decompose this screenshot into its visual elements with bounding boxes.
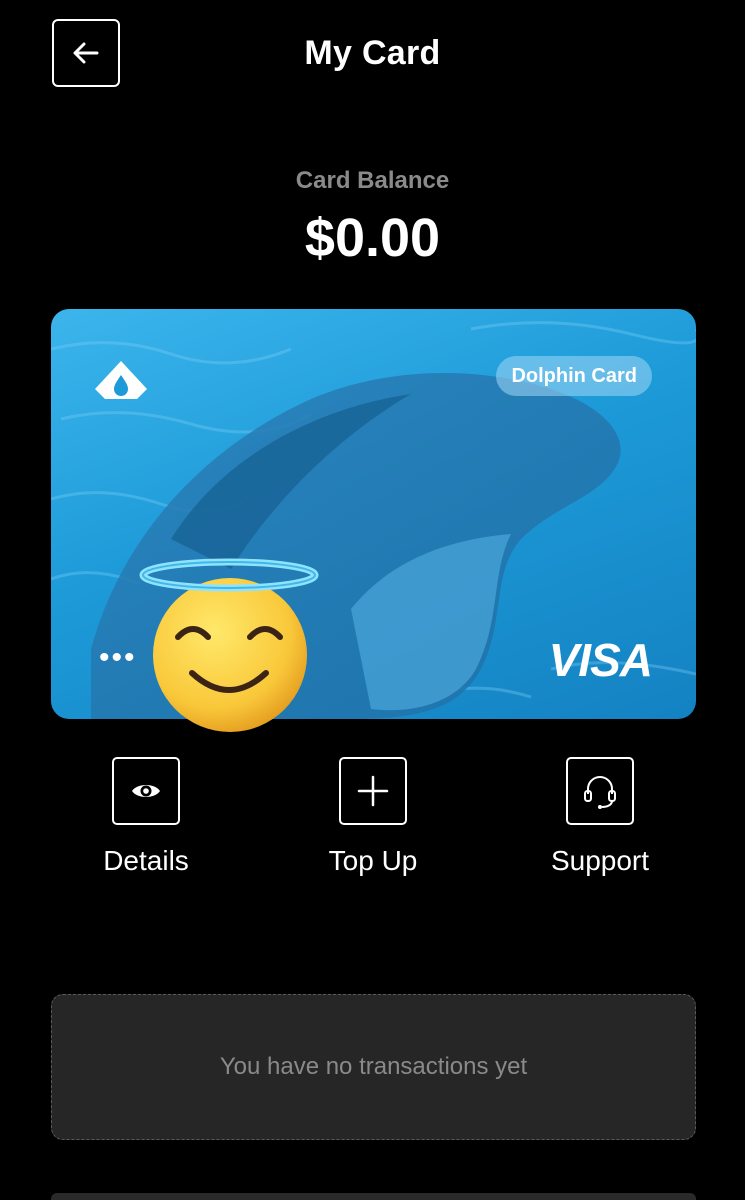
transactions-panel: You have no transactions yet: [51, 994, 696, 1140]
details-icon-box: [112, 757, 180, 825]
details-button[interactable]: Details: [46, 757, 246, 877]
balance-value: $0.00: [304, 208, 441, 268]
top-up-button[interactable]: Top Up: [273, 757, 473, 877]
card-name-badge: Dolphin Card: [496, 356, 652, 396]
drop-logo-icon: [95, 361, 147, 399]
support-button[interactable]: Support: [500, 757, 700, 877]
card-number-masked: •••: [99, 641, 137, 674]
no-transactions-message: You have no transactions yet: [219, 1053, 528, 1080]
support-label: Support: [550, 845, 650, 876]
details-label: Details: [103, 845, 189, 876]
plus-icon: [357, 775, 389, 807]
headset-icon: [584, 776, 616, 809]
visa-logo: VISA: [548, 634, 653, 686]
next-section-edge: [51, 1193, 696, 1200]
page-title: My Card: [304, 34, 441, 72]
top-up-label: Top Up: [328, 845, 418, 876]
eye-icon: [132, 785, 160, 797]
top-up-icon-box: [339, 757, 407, 825]
smiling-face-with-halo-emoji: [139, 558, 319, 732]
balance-label: Card Balance: [295, 167, 450, 194]
support-icon-box: [566, 757, 634, 825]
